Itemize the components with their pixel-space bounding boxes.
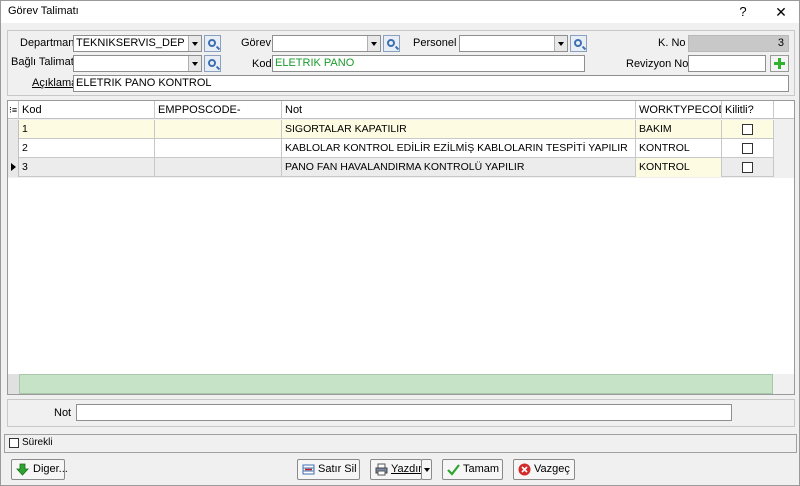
aciklama-label-text: Açıklama bbox=[32, 77, 78, 89]
cell-empposcode[interactable] bbox=[155, 120, 282, 139]
cell-kilitli[interactable] bbox=[722, 158, 774, 177]
diger-button[interactable]: Diger... bbox=[11, 459, 68, 480]
print-icon bbox=[375, 463, 388, 476]
cancel-icon bbox=[518, 463, 531, 476]
column-header-kilitli[interactable]: Kilitli? bbox=[722, 101, 774, 119]
personel-lookup-button[interactable] bbox=[570, 35, 587, 52]
row-indicator[interactable] bbox=[8, 120, 19, 139]
column-header-not[interactable]: Not bbox=[282, 101, 636, 119]
kilitli-checkbox[interactable] bbox=[742, 124, 753, 135]
table-row[interactable]: 1 SIGORTALAR KAPATILIR BAKIM bbox=[8, 120, 774, 139]
departman-value: TEKNIKSERVIS_DEP bbox=[76, 37, 185, 49]
kod-field[interactable]: ELETRIK PANO bbox=[272, 55, 585, 72]
surekli-label[interactable]: Sürekli bbox=[22, 437, 53, 448]
table-row[interactable]: 3 PANO FAN HAVALANDIRMA KONTROLÜ YAPILIR… bbox=[8, 158, 774, 177]
surekli-bar: Sürekli bbox=[4, 434, 797, 453]
chevron-down-icon[interactable] bbox=[188, 36, 201, 51]
aciklama-label: Açıklama bbox=[32, 77, 77, 89]
title-bar: Görev Talimatı ? ✕ bbox=[1, 1, 799, 23]
bagli-talimat-label: Bağlı Talimat bbox=[11, 56, 74, 68]
current-row-arrow-icon bbox=[11, 163, 16, 171]
header-form: Departman TEKNIKSERVIS_DEP Görev Persone… bbox=[7, 30, 795, 96]
search-icon bbox=[208, 39, 216, 47]
not-panel: Not bbox=[7, 399, 795, 427]
yazdir-button[interactable]: Yazdır bbox=[370, 459, 422, 480]
kod-label: Kod bbox=[252, 58, 272, 70]
checkmark-icon bbox=[447, 464, 460, 476]
kno-label: K. No bbox=[658, 37, 686, 49]
window-title: Görev Talimatı bbox=[8, 5, 79, 17]
gorev-lookup-button[interactable] bbox=[383, 35, 400, 52]
column-header-empposcode[interactable]: EMPPOSCODE- bbox=[155, 101, 282, 119]
cell-not[interactable]: PANO FAN HAVALANDIRMA KONTROLÜ YAPILIR bbox=[282, 158, 636, 177]
cell-kod[interactable]: 3 bbox=[19, 158, 155, 177]
gorev-dropdown[interactable] bbox=[272, 35, 381, 52]
cell-kilitli[interactable] bbox=[722, 120, 774, 139]
row-indicator[interactable] bbox=[8, 158, 19, 177]
grid-header: ⁝≡ Kod EMPPOSCODE- Not WORKTYPECOD Kilit… bbox=[8, 101, 794, 119]
grid-empty-area[interactable] bbox=[8, 178, 794, 374]
add-revision-button[interactable] bbox=[770, 55, 789, 72]
kilitli-checkbox[interactable] bbox=[742, 143, 753, 154]
departman-label: Departman bbox=[20, 37, 75, 49]
delete-row-icon bbox=[302, 464, 315, 475]
revizyon-label: Revizyon No bbox=[626, 58, 689, 70]
kilitli-checkbox[interactable] bbox=[742, 162, 753, 173]
column-chooser-icon[interactable]: ⁝≡ bbox=[8, 101, 19, 119]
close-button[interactable]: ✕ bbox=[767, 1, 795, 23]
search-icon bbox=[208, 59, 216, 67]
cell-empposcode[interactable] bbox=[155, 158, 282, 177]
vazgec-button[interactable]: Vazgeç bbox=[513, 459, 575, 480]
chevron-down-icon[interactable] bbox=[367, 36, 380, 51]
cell-kod[interactable]: 1 bbox=[19, 120, 155, 139]
aciklama-field[interactable]: ELETRIK PANO KONTROL bbox=[73, 75, 789, 92]
revizyon-field[interactable] bbox=[688, 55, 766, 72]
satir-sil-button-label: Satır Sil bbox=[318, 463, 357, 475]
cell-kod[interactable]: 2 bbox=[19, 139, 155, 158]
not-field[interactable] bbox=[76, 404, 732, 421]
search-icon bbox=[574, 39, 582, 47]
cell-kilitli[interactable] bbox=[722, 139, 774, 158]
row-indicator[interactable] bbox=[8, 139, 19, 158]
cell-worktypecode[interactable]: KONTROL bbox=[636, 139, 722, 158]
column-header-worktypecode[interactable]: WORKTYPECOD bbox=[636, 101, 722, 119]
chevron-down-icon[interactable] bbox=[188, 56, 201, 71]
cell-not[interactable]: SIGORTALAR KAPATILIR bbox=[282, 120, 636, 139]
kno-field: 3 bbox=[688, 35, 789, 52]
search-icon bbox=[387, 39, 395, 47]
dialog-window: Görev Talimatı ? ✕ Departman TEKNIKSERVI… bbox=[0, 0, 800, 486]
cell-empposcode[interactable] bbox=[155, 139, 282, 158]
personel-label: Personel bbox=[413, 37, 457, 49]
surekli-checkbox[interactable] bbox=[9, 438, 19, 448]
grid-footer bbox=[19, 374, 773, 394]
departman-lookup-button[interactable] bbox=[204, 35, 221, 52]
vazgec-button-label: Vazgeç bbox=[534, 463, 570, 475]
satir-sil-button[interactable]: Satır Sil bbox=[297, 459, 360, 480]
chevron-down-icon bbox=[424, 468, 430, 472]
cell-not[interactable]: KABLOLAR KONTROL EDİLİR EZİLMİŞ KABLOLAR… bbox=[282, 139, 636, 158]
gorev-label: Görev bbox=[241, 37, 271, 49]
instructions-grid: ⁝≡ Kod EMPPOSCODE- Not WORKTYPECOD Kilit… bbox=[7, 100, 795, 395]
personel-dropdown[interactable] bbox=[459, 35, 568, 52]
tamam-button[interactable]: Tamam bbox=[442, 459, 503, 480]
grid-footer-indicator bbox=[8, 374, 19, 394]
not-label: Not bbox=[54, 407, 72, 419]
chevron-down-icon[interactable] bbox=[554, 36, 567, 51]
tamam-button-label: Tamam bbox=[463, 463, 500, 475]
cell-worktypecode[interactable]: BAKIM bbox=[636, 120, 722, 139]
column-header-kod[interactable]: Kod bbox=[19, 101, 155, 119]
departman-dropdown[interactable]: TEKNIKSERVIS_DEP bbox=[73, 35, 202, 52]
arrow-down-icon bbox=[16, 463, 29, 476]
bagli-talimat-lookup-button[interactable] bbox=[204, 55, 221, 72]
diger-button-label: Diger... bbox=[33, 463, 68, 475]
help-button[interactable]: ? bbox=[729, 1, 757, 23]
yazdir-dropdown-button[interactable] bbox=[421, 459, 432, 480]
table-row[interactable]: 2 KABLOLAR KONTROL EDİLİR EZİLMİŞ KABLOL… bbox=[8, 139, 774, 158]
yazdir-button-label: Yazdır bbox=[391, 463, 422, 475]
cell-worktypecode[interactable]: KONTROL bbox=[636, 158, 722, 177]
bagli-talimat-dropdown[interactable] bbox=[73, 55, 202, 72]
